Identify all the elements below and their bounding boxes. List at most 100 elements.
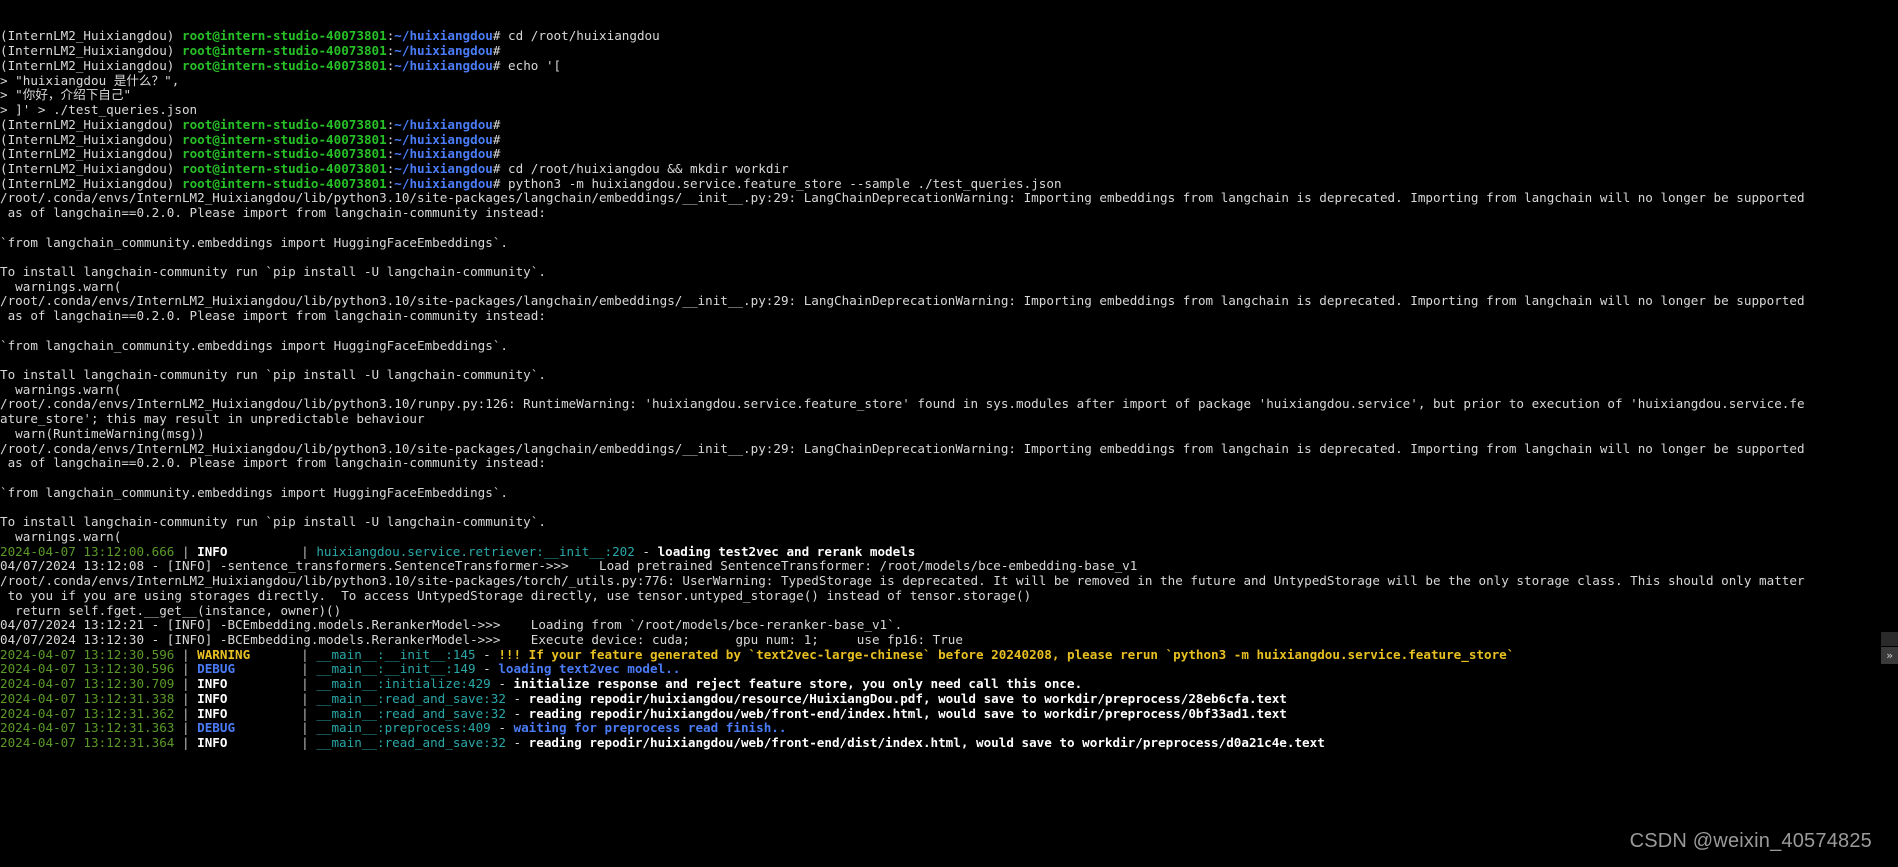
terminal-prompt-line: (InternLM2_Huixiangdou) root@intern-stud… [0, 59, 1898, 74]
terminal-prompt-line: (InternLM2_Huixiangdou) root@intern-stud… [0, 118, 1898, 133]
log-message: initialize response and reject feature s… [513, 677, 1083, 692]
terminal-output-line: /root/.conda/envs/InternLM2_Huixiangdou/… [0, 294, 1898, 309]
terminal-output-line: as of langchain==0.2.0. Please import fr… [0, 206, 1898, 221]
terminal-output-line: ature_store'; this may result in unpredi… [0, 412, 1898, 427]
output-text: > ]' > ./test_queries.json [0, 103, 198, 118]
log-function: __init__ [384, 662, 446, 677]
log-source: __main__ [316, 677, 377, 692]
output-text: /root/.conda/envs/InternLM2_Huixiangdou/… [0, 397, 1805, 412]
prompt-path: ~/huixiangdou [394, 161, 493, 176]
terminal-output-line: warnings.warn( [0, 383, 1898, 398]
terminal-log-line: 2024-04-07 13:12:30.596 | WARNING | __mai… [0, 647, 1515, 662]
log-message: !!! If your feature generated by `text2v… [498, 647, 1515, 662]
terminal-prompt-line: (InternLM2_Huixiangdou) root@intern-stud… [0, 29, 1898, 44]
terminal-prompt-line: (InternLM2_Huixiangdou) root@intern-stud… [0, 44, 1898, 59]
log-timestamp: 2024-04-07 13:12:31.338 [0, 691, 175, 706]
output-text: To install langchain-community run `pip … [0, 368, 546, 382]
prompt-path: ~/huixiangdou [394, 58, 493, 73]
scrollbar-track[interactable] [1881, 632, 1898, 646]
prompt-user-host: root@intern-studio-40073801 [181, 161, 387, 176]
terminal-output-line: /root/.conda/envs/InternLM2_Huixiangdou/… [0, 574, 1898, 589]
log-level: INFO [197, 706, 228, 721]
scroll-down-arrow-icon[interactable]: » [1881, 647, 1898, 664]
log-lineno: 145 [452, 647, 476, 662]
log-source: __main__ [316, 647, 377, 662]
terminal-output-line: warn(RuntimeWarning(msg)) [0, 427, 1898, 442]
terminal-output-line: `from langchain_community.embeddings imp… [0, 339, 1898, 354]
prompt-env: (InternLM2_Huixiangdou) [0, 132, 175, 147]
prompt-hash: # [492, 132, 501, 147]
terminal-log-line: 2024-04-07 13:12:31.363 | DEBUG | __main_… [0, 721, 787, 736]
output-text: To install langchain-community run `pip … [0, 515, 546, 530]
csdn-watermark: CSDN @weixin_40574825 [1629, 830, 1872, 853]
terminal-output-line: warnings.warn( [0, 280, 1898, 295]
terminal-output-line: return self.fget.__get__(instance, owner… [0, 604, 1898, 619]
output-text: To install langchain-community run `pip … [0, 264, 546, 279]
prompt-path: ~/huixiangdou [394, 147, 493, 162]
terminal-output-line: as of langchain==0.2.0. Please import fr… [0, 456, 1898, 471]
log-lineno: 429 [468, 677, 491, 692]
log-function: preprocess [384, 721, 461, 736]
output-text: `from langchain_community.embeddings imp… [0, 235, 508, 250]
prompt-command: python3 -m huixiangdou.service.feature_s… [500, 176, 1062, 191]
terminal-log-line: 2024-04-07 13:12:00.666 | INFO | huixiang… [0, 544, 916, 559]
terminal-output-line: as of langchain==0.2.0. Please import fr… [0, 309, 1898, 324]
log-timestamp: 2024-04-07 13:12:00.666 [0, 544, 175, 559]
output-text: as of langchain==0.2.0. Please import fr… [0, 206, 546, 221]
prompt-path: ~/huixiangdou [394, 176, 493, 191]
prompt-env: (InternLM2_Huixiangdou) [0, 44, 175, 59]
terminal-output-line: `from langchain_community.embeddings imp… [0, 236, 1898, 251]
terminal-output-line: warnings.warn( [0, 530, 1898, 545]
log-message: reading repodir/huixiangdou/web/front-en… [528, 735, 1325, 750]
log-lineno: 32 [490, 706, 506, 721]
log-function: __init__ [384, 647, 446, 662]
log-source: huixiangdou.service.retriever [316, 544, 537, 559]
prompt-user-host: root@intern-studio-40073801 [181, 117, 387, 132]
log-source: __main__ [316, 691, 377, 706]
prompt-env: (InternLM2_Huixiangdou) [0, 117, 175, 132]
output-text: > "huixiangdou 是什么？", [0, 73, 180, 88]
terminal-log-line: 2024-04-07 13:12:30.709 | INFO | __main__… [0, 677, 1083, 692]
prompt-user-host: root@intern-studio-40073801 [181, 44, 387, 59]
output-text: ature_store'; this may result in unpredi… [0, 412, 425, 427]
prompt-user-host: root@intern-studio-40073801 [181, 132, 387, 147]
prompt-env: (InternLM2_Huixiangdou) [0, 176, 175, 191]
terminal-output-line: To install langchain-community run `pip … [0, 515, 1898, 530]
output-text: return self.fget.__get__(instance, owner… [0, 603, 342, 618]
output-text: `from langchain_community.embeddings imp… [0, 485, 508, 500]
terminal-prompt-line: (InternLM2_Huixiangdou) root@intern-stud… [0, 177, 1898, 192]
terminal-output-line: > "huixiangdou 是什么？", [0, 74, 1898, 89]
prompt-hash: # [492, 44, 501, 59]
terminal-output-line: to you if you are using storages directl… [0, 589, 1898, 604]
log-source: __main__ [316, 706, 377, 721]
output-text: warnings.warn( [0, 382, 122, 397]
terminal-window[interactable]: (InternLM2_Huixiangdou) root@intern-stud… [0, 0, 1898, 867]
log-function: __init__ [543, 544, 605, 559]
output-text: warnings.warn( [0, 279, 122, 294]
output-text: 04/07/2024 13:12:08 - [INFO] -sentence_t… [0, 559, 1138, 574]
output-text: > "你好，介绍下自己" [0, 88, 132, 103]
prompt-hash: # [492, 147, 501, 162]
output-text: to you if you are using storages directl… [0, 588, 1032, 603]
terminal-prompt-line: (InternLM2_Huixiangdou) root@intern-stud… [0, 133, 1898, 148]
terminal-prompt-line: (InternLM2_Huixiangdou) root@intern-stud… [0, 162, 1898, 177]
log-function: read_and_save [384, 735, 484, 750]
log-lineno: 149 [452, 662, 476, 677]
prompt-user-host: root@intern-studio-40073801 [181, 29, 387, 44]
prompt-env: (InternLM2_Huixiangdou) [0, 29, 175, 44]
log-source: __main__ [316, 735, 377, 750]
log-function: initialize [384, 677, 461, 692]
log-function: read_and_save [384, 691, 484, 706]
terminal-output-line: /root/.conda/envs/InternLM2_Huixiangdou/… [0, 191, 1898, 206]
terminal-output-line: > ]' > ./test_queries.json [0, 103, 1898, 118]
prompt-user-host: root@intern-studio-40073801 [181, 176, 387, 191]
terminal-output-line: 04/07/2024 13:12:30 - [INFO] -BCEmbeddin… [0, 633, 1898, 648]
log-level: INFO [197, 677, 228, 692]
log-lineno: 202 [612, 544, 635, 559]
terminal-log-line: 2024-04-07 13:12:30.596 | DEBUG | __main_… [0, 662, 681, 677]
log-timestamp: 2024-04-07 13:12:30.709 [0, 677, 175, 692]
log-message: reading repodir/huixiangdou/resource/Hui… [528, 691, 1287, 706]
prompt-user-host: root@intern-studio-40073801 [181, 58, 387, 73]
